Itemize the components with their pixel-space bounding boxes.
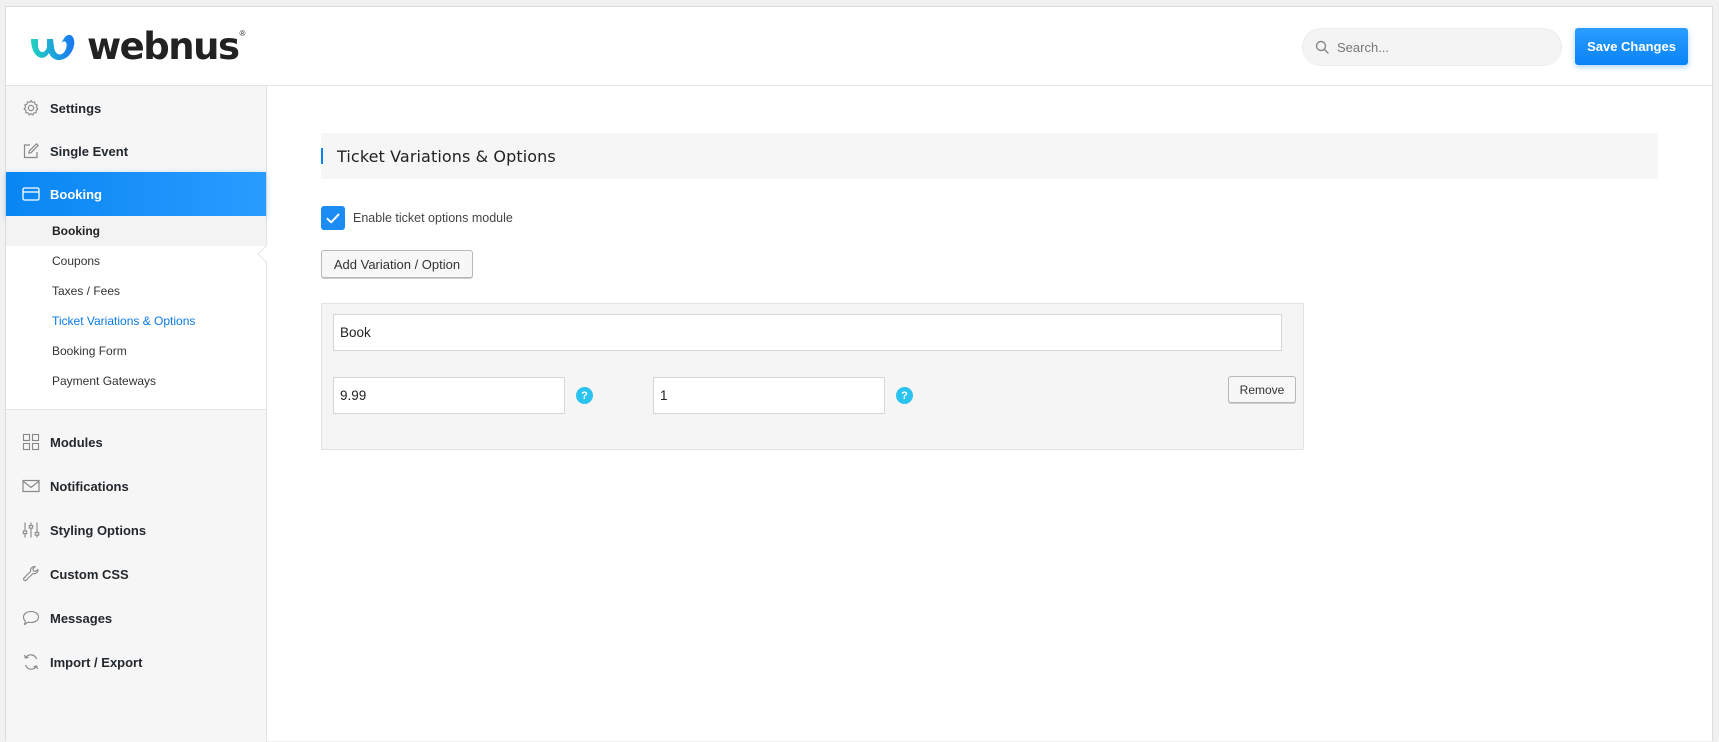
sidebar-item-modules[interactable]: Modules <box>6 420 266 464</box>
sidebar-item-label: Notifications <box>50 478 129 494</box>
price-help-icon[interactable]: ? <box>576 387 593 404</box>
sidebar-item-import-export[interactable]: Import / Export <box>6 640 266 684</box>
save-changes-button[interactable]: Save Changes <box>1575 28 1688 65</box>
sidebar-item-label: Messages <box>50 610 113 626</box>
sync-icon <box>21 652 41 672</box>
section-accent-bar <box>321 148 323 164</box>
sidebar-item-messages[interactable]: Messages <box>6 596 266 640</box>
remove-variation-button[interactable]: Remove <box>1228 376 1296 403</box>
submenu-item-payment-gateways[interactable]: Payment Gateways <box>6 366 266 396</box>
variation-title-input[interactable] <box>333 314 1282 351</box>
sidebar-item-notifications[interactable]: Notifications <box>6 464 266 508</box>
logo-text: webnus <box>87 25 240 68</box>
add-variation-button[interactable]: Add Variation / Option <box>321 250 473 278</box>
enable-ticket-options-label: Enable ticket options module <box>353 211 513 225</box>
sidebar-item-label: Custom CSS <box>50 566 129 582</box>
registered-mark: ® <box>239 28 246 38</box>
enable-ticket-options-checkbox[interactable] <box>321 206 345 230</box>
edit-icon <box>21 141 41 161</box>
sidebar-item-label: Booking <box>50 186 102 202</box>
booking-submenu: Booking Coupons Taxes / Fees Ticket Vari… <box>6 216 266 410</box>
section-header: Ticket Variations & Options <box>321 133 1658 179</box>
submenu-item-taxes-fees[interactable]: Taxes / Fees <box>6 276 266 306</box>
wrench-icon <box>21 564 41 584</box>
envelope-icon <box>21 476 41 496</box>
top-header: webnus ® Save Changes <box>6 7 1712 86</box>
search-icon <box>1315 40 1329 54</box>
card-icon <box>21 184 41 204</box>
sidebar-item-settings[interactable]: Settings <box>6 86 266 130</box>
sidebar-item-label: Import / Export <box>50 654 143 670</box>
sidebar-item-booking[interactable]: Booking <box>6 172 266 216</box>
webnus-logo: webnus ® <box>27 27 245 67</box>
search-input[interactable] <box>1337 39 1537 55</box>
submenu-item-booking[interactable]: Booking <box>6 216 266 246</box>
sidebar: Settings Single Event Booking Booking Co… <box>6 86 267 742</box>
sidebar-item-single-event[interactable]: Single Event <box>6 129 266 173</box>
submenu-item-booking-form[interactable]: Booking Form <box>6 336 266 366</box>
variation-price-input[interactable] <box>333 377 565 414</box>
chat-icon <box>21 608 41 628</box>
sliders-icon <box>21 520 41 540</box>
sidebar-item-label: Settings <box>50 100 102 116</box>
sidebar-item-styling-options[interactable]: Styling Options <box>6 508 266 552</box>
grid-icon <box>21 432 41 452</box>
checkmark-icon <box>326 213 340 223</box>
submenu-item-coupons[interactable]: Coupons <box>6 246 266 276</box>
submenu-item-ticket-variations[interactable]: Ticket Variations & Options <box>6 306 266 336</box>
app-frame: webnus ® Save Changes Settings Single Ev… <box>5 6 1713 742</box>
webnus-logo-mark-icon <box>31 34 75 61</box>
gear-icon <box>21 98 41 118</box>
variation-max-input[interactable] <box>653 377 885 414</box>
enable-ticket-options-row: Enable ticket options module <box>321 206 513 230</box>
max-help-icon[interactable]: ? <box>896 387 913 404</box>
sidebar-item-label: Single Event <box>50 143 129 159</box>
section-title: Ticket Variations & Options <box>337 146 556 166</box>
sidebar-item-label: Styling Options <box>50 522 147 538</box>
sidebar-item-label: Modules <box>50 434 103 450</box>
sidebar-item-custom-css[interactable]: Custom CSS <box>6 552 266 596</box>
search-box[interactable] <box>1302 28 1562 66</box>
